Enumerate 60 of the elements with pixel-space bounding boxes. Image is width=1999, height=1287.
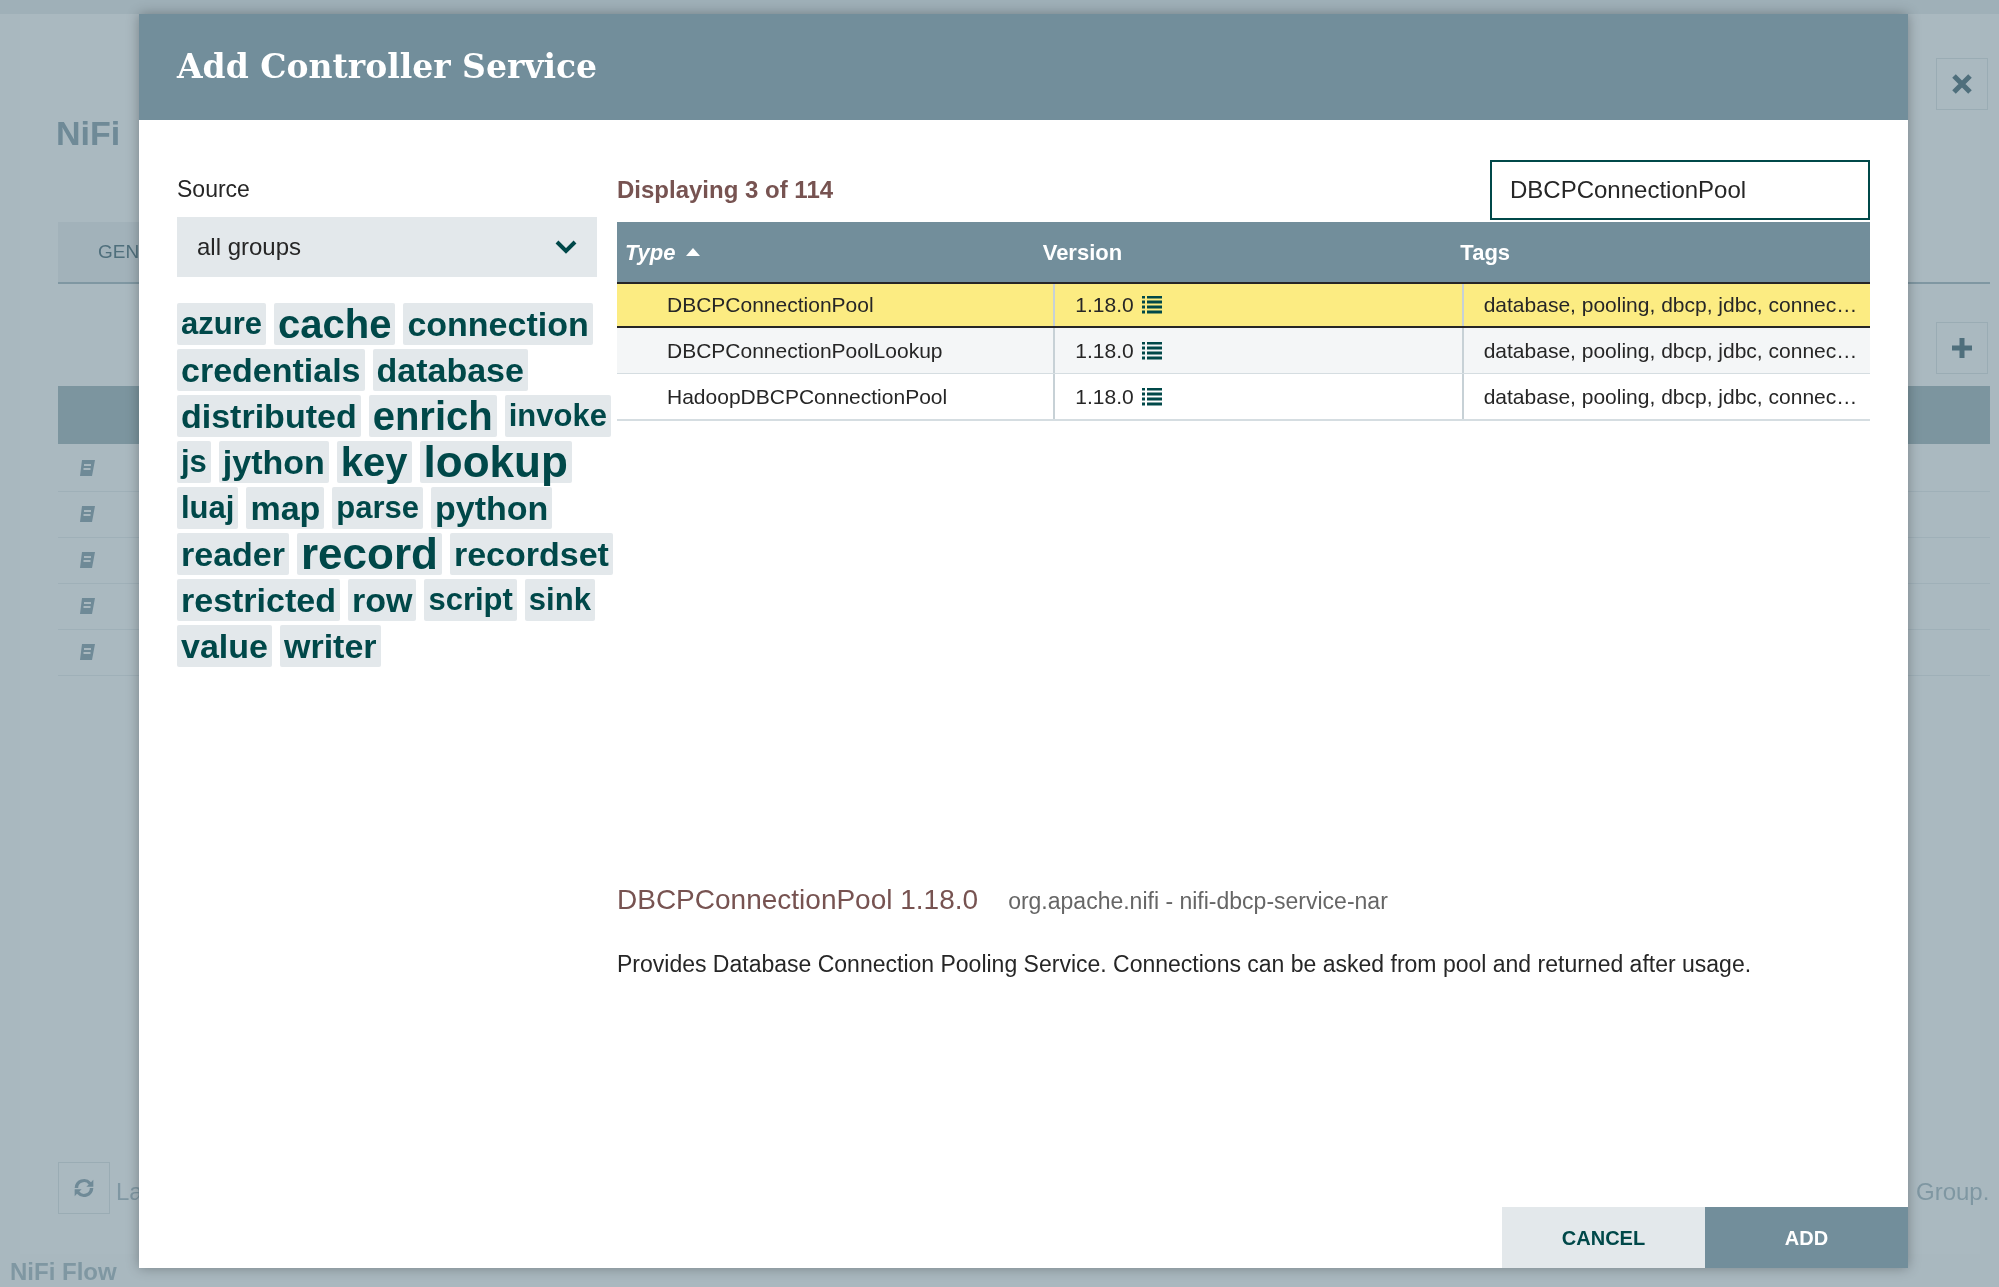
book-icon bbox=[78, 504, 96, 525]
tag-filter[interactable]: jython bbox=[218, 440, 329, 483]
tag-filter[interactable]: record bbox=[296, 532, 442, 575]
table-row[interactable]: DBCPConnectionPool 1.18.0 database, pooling, dbcp, jdbc, connec… bbox=[617, 282, 1870, 328]
dialog-title: Add Controller Service bbox=[177, 46, 598, 89]
book-icon bbox=[78, 458, 96, 479]
tag-filter[interactable]: python bbox=[431, 486, 553, 529]
type-cell-text: DBCPConnectionPoolLookup bbox=[667, 337, 943, 364]
version-cell-text: 1.18.0 bbox=[1075, 292, 1134, 319]
tag-filter[interactable]: row bbox=[347, 578, 417, 621]
source-label: Source bbox=[177, 175, 251, 204]
source-select[interactable]: all groups bbox=[177, 216, 597, 277]
search-field[interactable]: DBCPConnectionPool bbox=[1490, 160, 1870, 220]
tag-filter[interactable]: database bbox=[372, 348, 528, 391]
add-button[interactable] bbox=[1936, 322, 1988, 374]
service-title: DBCPConnectionPool 1.18.0 bbox=[617, 883, 979, 917]
list-icon[interactable] bbox=[1141, 387, 1162, 406]
tag-filter[interactable]: cache bbox=[274, 302, 396, 345]
tag-filter[interactable]: value bbox=[177, 624, 272, 667]
table-row[interactable]: HadoopDBCPConnectionPool 1.18.0 database, pooling, dbcp, jdbc, connec… bbox=[617, 374, 1870, 420]
tag-filter[interactable]: writer bbox=[279, 624, 381, 667]
tag-filter[interactable]: sink bbox=[524, 578, 595, 621]
close-icon bbox=[1951, 73, 1973, 95]
tag-filter[interactable]: script bbox=[424, 578, 517, 621]
tag-filter[interactable]: recordset bbox=[449, 532, 613, 575]
list-icon[interactable] bbox=[1141, 296, 1162, 314]
dialog-button[interactable]: CANCEL bbox=[1502, 1207, 1705, 1268]
chevron-down-icon bbox=[555, 239, 577, 254]
tags-cell-text: database, pooling, dbcp, jdbc, connec… bbox=[1483, 337, 1858, 364]
tag-filter[interactable]: distributed bbox=[177, 394, 361, 437]
page-title: NiFi bbox=[56, 113, 121, 154]
tag-filter[interactable]: connection bbox=[403, 302, 593, 345]
plus-icon bbox=[1950, 336, 1974, 360]
tag-filter[interactable]: invoke bbox=[504, 394, 611, 437]
sort-up-icon bbox=[685, 248, 700, 256]
service-description: Provides Database Connection Pooling Service. Connections can be asked from pool and returned after usage. bbox=[617, 950, 1753, 979]
table-row[interactable]: DBCPConnectionPoolLookup 1.18.0 database, pooling, dbcp, jdbc, connec… bbox=[617, 328, 1870, 374]
type-cell-text: DBCPConnectionPool bbox=[667, 292, 874, 319]
tags-cell-text: database, pooling, dbcp, jdbc, connec… bbox=[1483, 292, 1858, 319]
tag-filter[interactable]: map bbox=[246, 486, 325, 529]
results-count: Displaying 3 of 114 bbox=[617, 175, 834, 205]
tag-filter[interactable]: enrich bbox=[368, 394, 497, 437]
tag-filter[interactable]: js bbox=[177, 440, 211, 483]
version-cell-text: 1.18.0 bbox=[1075, 337, 1134, 364]
book-icon bbox=[78, 642, 96, 663]
version-cell-text: 1.18.0 bbox=[1075, 383, 1134, 410]
list-icon[interactable] bbox=[1141, 341, 1162, 360]
tag-filter[interactable]: credentials bbox=[177, 348, 365, 391]
tag-filter[interactable]: key bbox=[336, 440, 412, 483]
tags-cell-text: database, pooling, dbcp, jdbc, connec… bbox=[1483, 383, 1858, 410]
tag-filter[interactable]: reader bbox=[177, 532, 289, 575]
tag-filter[interactable]: restricted bbox=[177, 578, 340, 621]
tag-filter[interactable]: luaj bbox=[177, 486, 239, 529]
book-icon bbox=[78, 596, 96, 617]
close-button[interactable] bbox=[1936, 58, 1988, 110]
tag-filter[interactable]: parse bbox=[332, 486, 424, 529]
type-cell-text: HadoopDBCPConnectionPool bbox=[667, 383, 948, 410]
book-icon bbox=[78, 550, 96, 571]
bundle-coordinates: org.apache.nifi - nifi-dbcp-service-nar bbox=[1008, 887, 1388, 916]
tag-filter[interactable]: azure bbox=[177, 302, 266, 345]
